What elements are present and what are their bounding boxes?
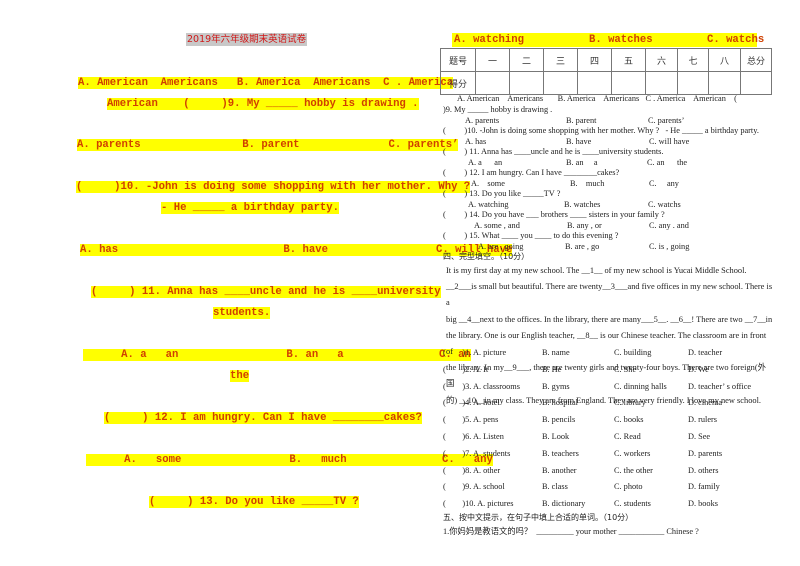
header-cell: 三 [543, 48, 578, 72]
cloze-option-b: B. dictionary [542, 499, 586, 509]
q10-stem: ( )10. -John is doing some shopping with… [443, 126, 759, 135]
left-line-4: ( )10. -John is doing some shopping with… [76, 181, 471, 193]
header-cell: 总分 [740, 48, 772, 72]
cloze-option-c: C. workers [614, 448, 651, 458]
cloze-option-num: ( )6. A. Listen [443, 432, 504, 441]
left-page: 2019年六年级期末英语试卷 A. American Americans B. … [0, 0, 513, 566]
left-line-10: the [230, 370, 250, 382]
header-cell: 六 [645, 48, 678, 72]
q14-stem: ( ) 14. Do you have ___ brothers ____ si… [443, 210, 665, 219]
section5-question-1: 1.你妈妈是教语文的吗？ _________ your mother _____… [443, 527, 699, 536]
cloze-option-b: B. pencils [542, 415, 576, 425]
cloze-option-d: D. See [688, 432, 711, 441]
header-cell: 五 [611, 48, 646, 72]
q13-stem: ( ) 13. Do you like _____TV ? [443, 189, 561, 198]
score-cell[interactable] [611, 71, 646, 95]
cloze-option-d: D. parents [688, 448, 723, 458]
cloze-option-b: B. He [542, 364, 562, 374]
cloze-option-b: B. class [542, 482, 568, 492]
left-line-8: students. [213, 307, 271, 319]
header-cell: 二 [509, 48, 544, 72]
option-a: A. watching [454, 34, 524, 46]
header-cell: 题号 [440, 48, 476, 72]
score-cell[interactable] [475, 71, 510, 95]
cloze-option-c: C. the other [614, 465, 653, 475]
row-label: 得分 [440, 71, 476, 95]
cloze-option-c: C. dinning halls [614, 381, 667, 391]
score-cell[interactable] [645, 71, 678, 95]
cloze-option-d: D. We [688, 364, 709, 374]
left-line-9: A. a an B. an a C. an [83, 349, 471, 361]
q11-stem: ( ) 11. Anna has ____uncle and he is ___… [443, 147, 664, 156]
header-cell: 四 [577, 48, 612, 72]
cloze-option-d: D. rulers [688, 415, 718, 425]
cloze-option-num: ( )7. A. students [443, 448, 511, 458]
score-cell[interactable] [740, 71, 772, 95]
cloze-option-c: C. Read [614, 432, 641, 441]
score-table: 题号 一 二 三 四 五 六 七 八 总分 得分 [440, 48, 772, 95]
left-line-1: A. American Americans B. America America… [78, 77, 454, 89]
cloze-option-num: ( )3. A. classrooms [443, 381, 520, 391]
left-line-2: American ( )9. My _____ hobby is drawing… [107, 98, 419, 110]
option-b: B. watches [589, 34, 653, 46]
cloze-option-d: D. teacher [688, 348, 723, 357]
cloze-option-num: ( )2. A. It [443, 364, 489, 374]
cloze-option-num: ( )5. A. pens [443, 415, 499, 425]
cloze-option-b: B. name [542, 348, 570, 357]
cloze-option-b: B. another [542, 465, 577, 475]
left-line-5: - He _____ a birthday party. [161, 202, 340, 214]
cloze-option-b: B. gyms [542, 381, 570, 391]
header-cell: 一 [475, 48, 510, 72]
left-line-12: A. some B. much C. any [86, 454, 493, 466]
cloze-option-num: ( )8. A. other [443, 465, 501, 475]
cloze-option-c: C. students [614, 499, 651, 509]
cloze-option-num: ( )9. A. school [443, 482, 505, 492]
cloze-option-b: B. teachers [542, 448, 579, 458]
q12-stem: ( ) 12. I am hungry. Can I have ________… [443, 168, 620, 177]
score-cell[interactable] [677, 71, 709, 95]
left-line-13: ( ) 13. Do you like _____TV ? [149, 496, 359, 508]
left-line-7: ( ) 11. Anna has ____uncle and he is ___… [91, 286, 441, 298]
cloze-option-d: D. family [688, 482, 720, 492]
cloze-option-d: D. cinema [688, 398, 723, 408]
cloze-option-c: C. building [614, 348, 652, 357]
q9-stem: )9. My _____ hobby is drawing . [443, 105, 553, 114]
score-cell[interactable] [708, 71, 741, 95]
cloze-option-c: C. photo [614, 482, 643, 492]
cloze-option-b: B. Look [542, 432, 570, 441]
cloze-option-c: C. She [614, 364, 637, 374]
top-options-highlight: A. watching B. watches C. watchs [452, 33, 764, 47]
left-line-3: A. parents B. parent C. parents’ [77, 139, 459, 151]
cloze-option-num: ( )1. A. picture [443, 348, 507, 357]
q8-options: A. American Americans B. America America… [445, 94, 737, 103]
section5-heading: 五、按中文提示，在句子中填上合适的单词。（10分） [443, 513, 634, 522]
score-cell[interactable] [577, 71, 612, 95]
cloze-option-d: D. others [688, 465, 719, 475]
cloze-option-num: ( )10. A. pictures [443, 499, 514, 509]
score-cell[interactable] [543, 71, 578, 95]
option-c: C. watchs [707, 34, 765, 46]
cloze-option-c: C. books [614, 415, 644, 425]
exam-title: 2019年六年级期末英语试卷 [186, 33, 308, 46]
score-table-row: 得分 [440, 71, 772, 95]
score-cell[interactable] [509, 71, 544, 95]
section4-heading: 四、完型填空。（10分） [443, 252, 530, 261]
cloze-option-b: B. hospital [542, 398, 578, 408]
cloze-option-c: C. library [614, 398, 646, 408]
header-cell: 七 [677, 48, 709, 72]
q15-stem: ( ) 15. What ____ you ____ to do this ev… [443, 231, 619, 240]
score-table-header: 题号 一 二 三 四 五 六 七 八 总分 [440, 48, 772, 72]
header-cell: 八 [708, 48, 741, 72]
left-line-11: ( ) 12. I am hungry. Can I have ________… [104, 412, 422, 424]
cloze-option-d: D. books [688, 499, 718, 509]
cloze-option-d: D. teacher’ s office [688, 381, 752, 391]
cloze-option-num: ( )4. A. hotel [443, 398, 500, 408]
